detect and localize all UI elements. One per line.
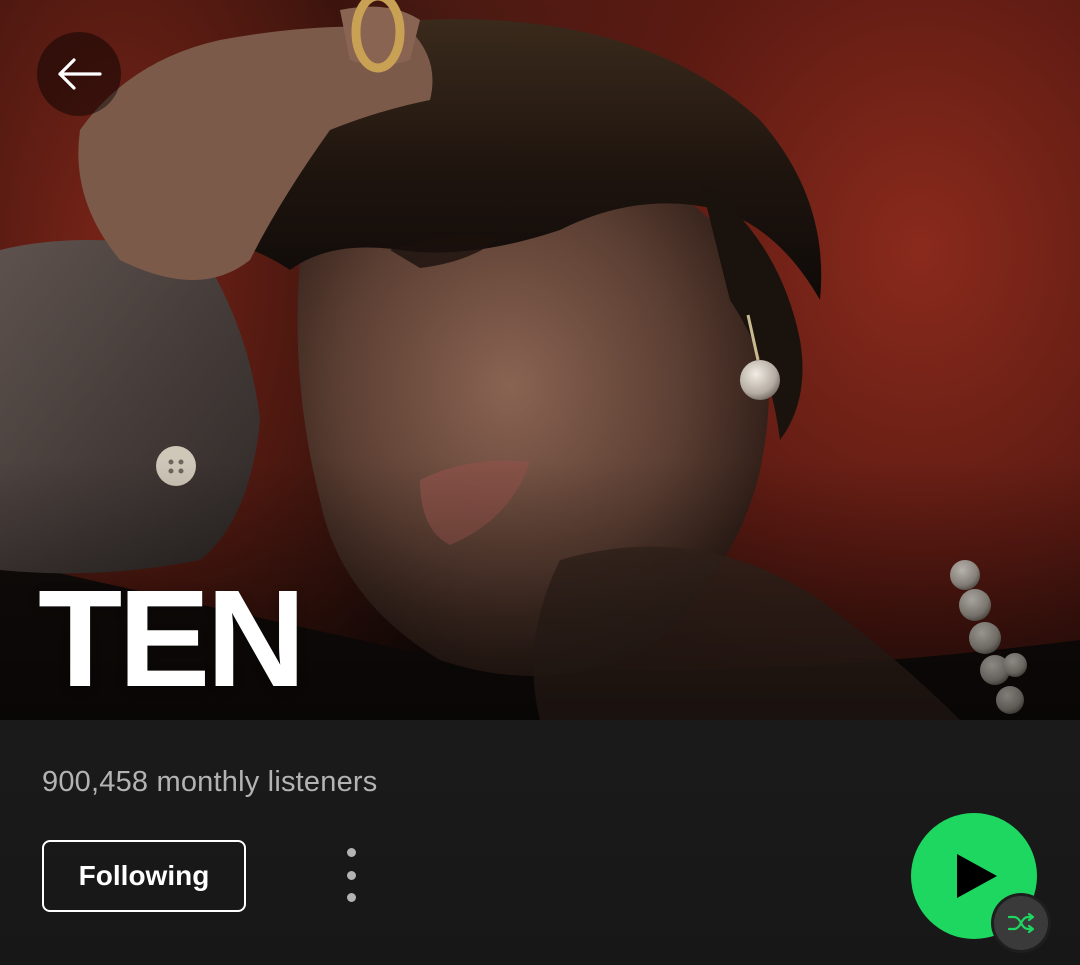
artist-page: TEN 900,458 monthly listeners Following: [0, 0, 1080, 965]
arrow-left-icon: [58, 58, 102, 90]
more-vertical-icon-dot: [346, 870, 356, 880]
monthly-listeners: 900,458 monthly listeners: [42, 766, 378, 798]
artist-name: TEN: [38, 562, 306, 716]
following-button[interactable]: Following: [42, 840, 246, 912]
shuffle-button[interactable]: [994, 896, 1048, 950]
more-options-button[interactable]: [326, 842, 376, 908]
more-vertical-icon: [346, 848, 356, 857]
play-icon: [957, 854, 997, 898]
back-button[interactable]: [37, 32, 121, 116]
more-vertical-icon-dot: [346, 893, 356, 902]
shuffle-icon: [1007, 912, 1035, 934]
